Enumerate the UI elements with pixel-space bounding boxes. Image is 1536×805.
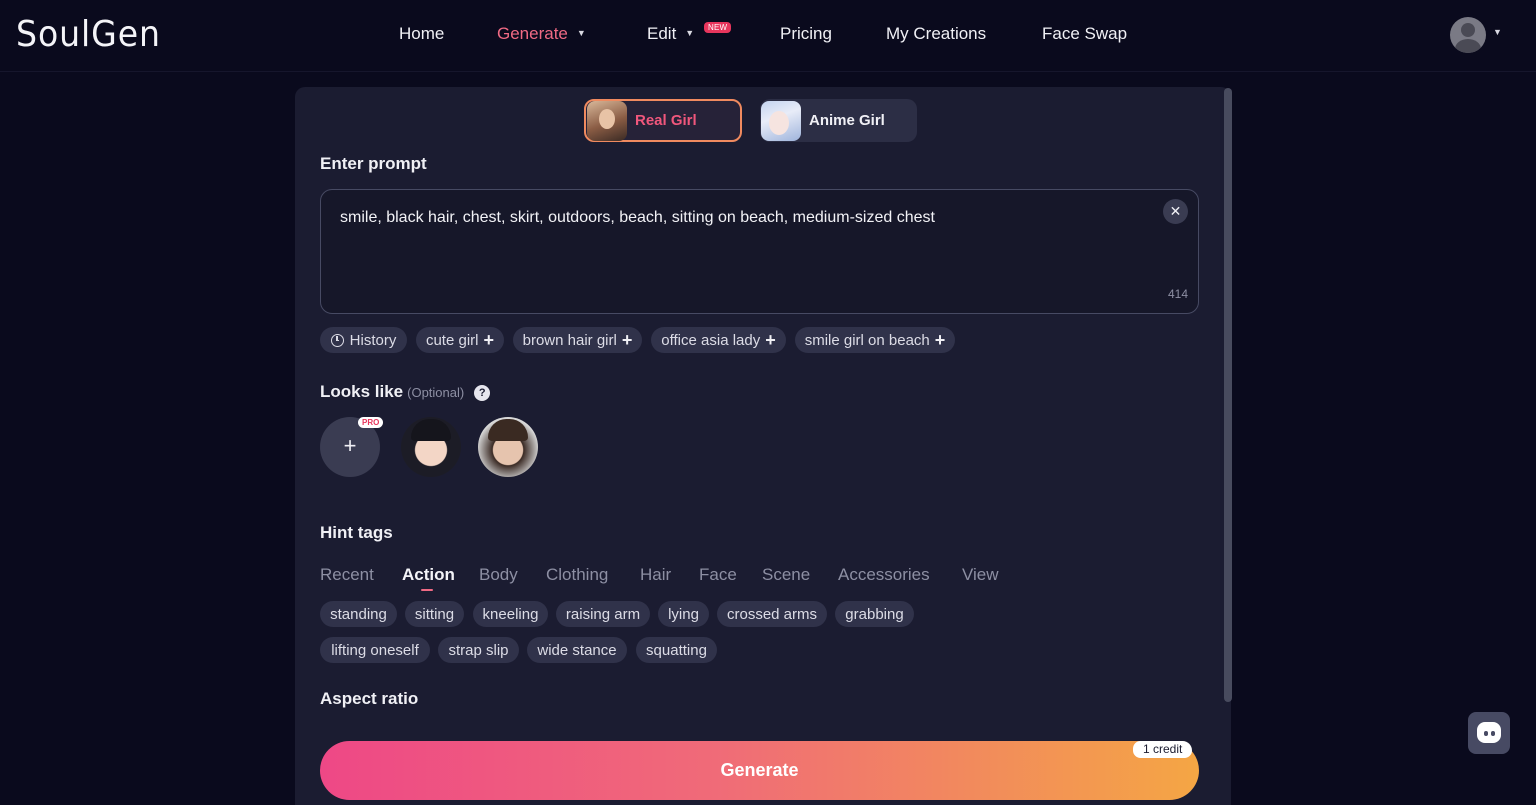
tab-accessories[interactable]: Accessories bbox=[838, 565, 930, 585]
panel-scrollbar[interactable] bbox=[1224, 88, 1232, 702]
history-button[interactable]: History bbox=[320, 327, 407, 353]
history-label: History bbox=[349, 331, 397, 349]
suggestion-chip[interactable]: cute girl + bbox=[416, 327, 504, 353]
anime-girl-label: Anime Girl bbox=[809, 112, 885, 129]
chevron-down-icon: ▼ bbox=[576, 27, 586, 38]
suggestion-chip-label: office asia lady bbox=[661, 331, 761, 349]
nav-pricing[interactable]: Pricing bbox=[780, 24, 832, 44]
prompt-text[interactable]: smile, black hair, chest, skirt, outdoor… bbox=[340, 209, 935, 227]
hint-tag[interactable]: standing bbox=[320, 601, 397, 627]
hint-tag[interactable]: raising arm bbox=[556, 601, 650, 627]
new-badge: NEW bbox=[704, 22, 732, 33]
prompt-input[interactable]: smile, black hair, chest, skirt, outdoor… bbox=[320, 189, 1199, 314]
tab-face[interactable]: Face bbox=[699, 565, 737, 585]
tab-clothing[interactable]: Clothing bbox=[546, 565, 608, 585]
looks-like-title: Looks like bbox=[320, 382, 404, 401]
close-icon[interactable]: ✕ bbox=[1163, 199, 1188, 224]
chevron-down-icon: ▼ bbox=[685, 27, 695, 38]
soulgen-logo[interactable]: SoulGen bbox=[16, 14, 161, 55]
active-tab-indicator bbox=[421, 589, 433, 591]
chevron-down-icon[interactable]: ▼ bbox=[1493, 27, 1502, 37]
nav-home[interactable]: Home bbox=[399, 24, 444, 44]
aspect-ratio-label: Aspect ratio bbox=[320, 689, 419, 708]
real-girl-toggle[interactable]: Real Girl bbox=[584, 99, 742, 142]
nav-pricing-label: Pricing bbox=[780, 24, 832, 43]
tab-action[interactable]: Action bbox=[402, 565, 455, 585]
pro-badge: PRO bbox=[358, 417, 384, 428]
face-preset-2[interactable] bbox=[478, 417, 538, 477]
tab-hair[interactable]: Hair bbox=[640, 565, 671, 585]
hint-tag[interactable]: kneeling bbox=[473, 601, 548, 627]
nav-my-creations-label: My Creations bbox=[886, 24, 987, 43]
generate-button[interactable]: Generate bbox=[320, 741, 1199, 800]
hint-tag[interactable]: crossed arms bbox=[717, 601, 827, 627]
tab-recent[interactable]: Recent bbox=[320, 565, 374, 585]
prompt-label: Enter prompt bbox=[320, 154, 427, 173]
nav-edit-label: Edit bbox=[647, 24, 677, 43]
nav-generate[interactable]: Generate ▼ bbox=[497, 24, 586, 44]
anime-girl-thumbnail bbox=[761, 100, 801, 141]
hint-tag[interactable]: strap slip bbox=[438, 637, 519, 663]
real-girl-thumbnail bbox=[587, 100, 627, 141]
hint-tag[interactable]: grabbing bbox=[835, 601, 914, 627]
plus-icon: + bbox=[765, 329, 776, 350]
chat-support-icon[interactable] bbox=[1468, 712, 1510, 754]
suggestion-chip[interactable]: office asia lady + bbox=[651, 327, 786, 353]
optional-label: (Optional) bbox=[407, 385, 465, 400]
nav-face-swap[interactable]: Face Swap bbox=[1042, 24, 1127, 44]
suggestion-chip[interactable]: brown hair girl + bbox=[513, 327, 642, 353]
face-preset-1[interactable] bbox=[401, 417, 461, 477]
looks-like-label: Looks like (Optional)? bbox=[320, 382, 491, 402]
suggestion-chip-label: smile girl on beach bbox=[804, 331, 930, 349]
tab-view[interactable]: View bbox=[962, 565, 999, 585]
suggestion-chip-label: brown hair girl bbox=[522, 331, 617, 349]
credit-badge: 1 credit bbox=[1133, 741, 1193, 758]
top-navigation-bar: SoulGen Home Generate ▼ Edit ▼ NEW Prici… bbox=[0, 0, 1536, 72]
nav-my-creations[interactable]: My Creations bbox=[886, 24, 986, 44]
char-count: 414 bbox=[1167, 287, 1188, 301]
hint-tag[interactable]: sitting bbox=[405, 601, 464, 627]
clock-icon bbox=[330, 333, 344, 347]
plus-icon: + bbox=[621, 329, 633, 350]
plus-icon: + bbox=[483, 329, 495, 350]
suggestion-chip-label: cute girl bbox=[425, 331, 479, 349]
hint-tag[interactable]: lifting oneself bbox=[320, 637, 430, 663]
plus-icon: + bbox=[934, 329, 946, 350]
nav-edit[interactable]: Edit ▼ NEW bbox=[647, 22, 732, 44]
hint-tags-label: Hint tags bbox=[320, 523, 393, 542]
nav-face-swap-label: Face Swap bbox=[1042, 24, 1128, 43]
real-girl-label: Real Girl bbox=[635, 112, 697, 129]
hint-tag[interactable]: lying bbox=[658, 601, 709, 627]
nav-generate-label: Generate bbox=[497, 24, 568, 43]
user-avatar-icon[interactable] bbox=[1450, 17, 1486, 53]
help-icon[interactable]: ? bbox=[474, 384, 491, 401]
tab-body[interactable]: Body bbox=[479, 565, 518, 585]
nav-home-label: Home bbox=[399, 24, 445, 43]
tab-scene[interactable]: Scene bbox=[762, 565, 810, 585]
hint-tag[interactable]: squatting bbox=[636, 637, 717, 663]
suggestion-chip[interactable]: smile girl on beach + bbox=[795, 327, 955, 353]
hint-tag[interactable]: wide stance bbox=[527, 637, 627, 663]
anime-girl-toggle[interactable]: Anime Girl bbox=[760, 99, 917, 142]
